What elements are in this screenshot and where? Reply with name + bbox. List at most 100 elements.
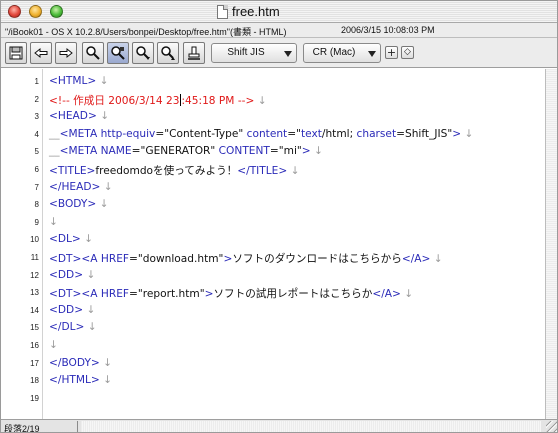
back-button[interactable] (30, 42, 52, 64)
line-end-mark: ↓ (310, 145, 323, 158)
text-editor[interactable]: 1 <HTML> ↓ 2 <!-- 作成日 2006/3/14 23:45:18 PM… (1, 69, 545, 419)
code-token: </A> (401, 253, 431, 265)
code-text: </HEAD> ↓ (49, 181, 113, 193)
code-token: "download.htm" (137, 253, 224, 265)
code-token: <A (81, 253, 101, 265)
find-next-button[interactable] (132, 42, 154, 64)
code-line[interactable]: 18 </HTML> ↓ (1, 372, 545, 390)
code-token: =" (287, 127, 301, 140)
forward-icon (59, 47, 73, 59)
code-token: freedomdoを使ってみよう！ (95, 165, 238, 177)
code-text: <DL> ↓ (49, 233, 93, 245)
code-token: </BODY> (49, 356, 100, 369)
code-token: content (246, 127, 288, 140)
code-token: <TITLE> (49, 165, 96, 177)
code-token: "Content-Type" (164, 127, 244, 140)
replace-icon (111, 46, 125, 60)
search-icon (86, 46, 100, 60)
code-token: <META (59, 127, 101, 140)
close-window-button[interactable] (8, 5, 21, 18)
plus-button[interactable]: + (385, 46, 398, 59)
line-end-mark: ↓ (100, 180, 113, 193)
line-ending-select[interactable]: CR (Mac) (303, 43, 381, 63)
line-number: 13 (30, 288, 39, 298)
line-number: 3 (34, 112, 39, 122)
code-token: </A> (372, 288, 401, 301)
code-line[interactable]: 3 <HEAD> ↓ (1, 108, 545, 126)
find-previous-button[interactable] (157, 42, 179, 64)
forward-button[interactable] (55, 42, 77, 64)
line-ending-value: CR (Mac) (312, 47, 356, 58)
toolbar: Shift JIS CR (Mac) + ◇ (1, 38, 557, 68)
code-token: /html; (321, 127, 357, 140)
line-number: 7 (34, 182, 39, 192)
code-line[interactable]: 15 </DL> ↓ (1, 319, 545, 337)
find-prev-icon (161, 46, 175, 60)
code-line[interactable]: 14 <DD> ↓ (1, 302, 545, 320)
code-token: <DL> (49, 233, 81, 246)
code-line[interactable]: 6 <TITLE>freedomdoを使ってみよう！</TITLE> ↓ (1, 161, 545, 179)
code-line[interactable]: 13 <DT><A HREF="report.htm">ソフトの試用レポートはこち… (1, 284, 545, 302)
code-line[interactable]: 7 </HEAD> ↓ (1, 179, 545, 197)
code-text: __<META http-equiv="Content-Type" conten… (49, 128, 473, 140)
code-line[interactable]: 9 ↓ (1, 214, 545, 232)
code-line[interactable]: 5 __<META NAME="GENERATOR" CONTENT="mi"> … (1, 143, 545, 161)
code-token: "mi" (278, 145, 302, 158)
code-line[interactable]: 10 <DL> ↓ (1, 231, 545, 249)
code-token: <HEAD> (49, 110, 97, 123)
line-end-mark: ↓ (430, 253, 443, 265)
code-token: <A (81, 288, 101, 301)
minimize-window-button[interactable] (29, 5, 42, 18)
code-line[interactable]: 19 (1, 390, 545, 408)
horizontal-scrollbar[interactable] (81, 421, 541, 432)
vertical-scrollbar[interactable] (545, 69, 557, 419)
code-token: <META (59, 145, 101, 158)
code-text: __<META NAME="GENERATOR" CONTENT="mi"> ↓ (49, 145, 323, 157)
code-token: > (452, 127, 462, 140)
code-line[interactable]: 8 <BODY> ↓ (1, 196, 545, 214)
code-token: > (301, 145, 311, 158)
save-button[interactable] (5, 42, 27, 64)
replace-button[interactable] (107, 42, 129, 64)
line-number: 15 (30, 323, 39, 333)
find-button[interactable] (82, 42, 104, 64)
path-info-bar: "/iBook01 - OS X 10.2.8/Users/bonpei/Des… (1, 23, 557, 38)
stamp-button[interactable] (183, 42, 205, 64)
code-token: http-equiv (100, 127, 156, 140)
encoding-select[interactable]: Shift JIS (211, 43, 297, 63)
code-line[interactable]: 11 <DT><A HREF="download.htm">ソフトのダウンロードは… (1, 249, 545, 267)
stamp-icon (188, 46, 200, 60)
line-number: 6 (34, 165, 39, 174)
window-title: free.htm (232, 4, 280, 19)
resize-grip-icon[interactable] (546, 421, 557, 432)
status-divider (77, 421, 78, 432)
code-token: HREF (100, 288, 130, 301)
line-end-mark: ↓ (80, 233, 94, 246)
code-token: = (129, 288, 138, 301)
code-text: </HTML> ↓ (49, 374, 112, 386)
code-line[interactable]: 1 <HTML> ↓ (1, 73, 545, 91)
document-proxy-icon[interactable] (217, 5, 228, 19)
diamond-button[interactable]: ◇ (401, 46, 414, 59)
code-token: HREF (100, 253, 130, 265)
zoom-window-button[interactable] (50, 5, 63, 18)
line-end-mark: ↓ (99, 374, 113, 387)
code-line[interactable]: 2 <!-- 作成日 2006/3/14 23:45:18 PM --> ↓ (1, 91, 545, 109)
line-end-mark: ↓ (287, 165, 300, 177)
line-number: 5 (34, 147, 39, 157)
line-number: 18 (30, 376, 39, 386)
code-token: > (223, 253, 233, 265)
title-bar[interactable]: free.htm (1, 1, 557, 23)
code-line[interactable]: 4 __<META http-equiv="Content-Type" conte… (1, 126, 545, 144)
code-token: <DD> (49, 268, 84, 281)
code-token: = (155, 127, 165, 140)
code-token: <BODY> (49, 198, 97, 211)
code-text: <BODY> ↓ (49, 198, 108, 210)
code-text: <HTML> ↓ (49, 75, 108, 87)
code-line[interactable]: 12 <DD> ↓ (1, 267, 545, 285)
code-line[interactable]: 16 ↓ (1, 337, 545, 355)
code-text: <HEAD> ↓ (49, 110, 109, 122)
code-text: <DT><A HREF="download.htm">ソフトのダウンロードはこち… (49, 251, 443, 266)
code-line[interactable]: 17 </BODY> ↓ (1, 355, 545, 373)
code-token: <HTML> (49, 75, 97, 87)
